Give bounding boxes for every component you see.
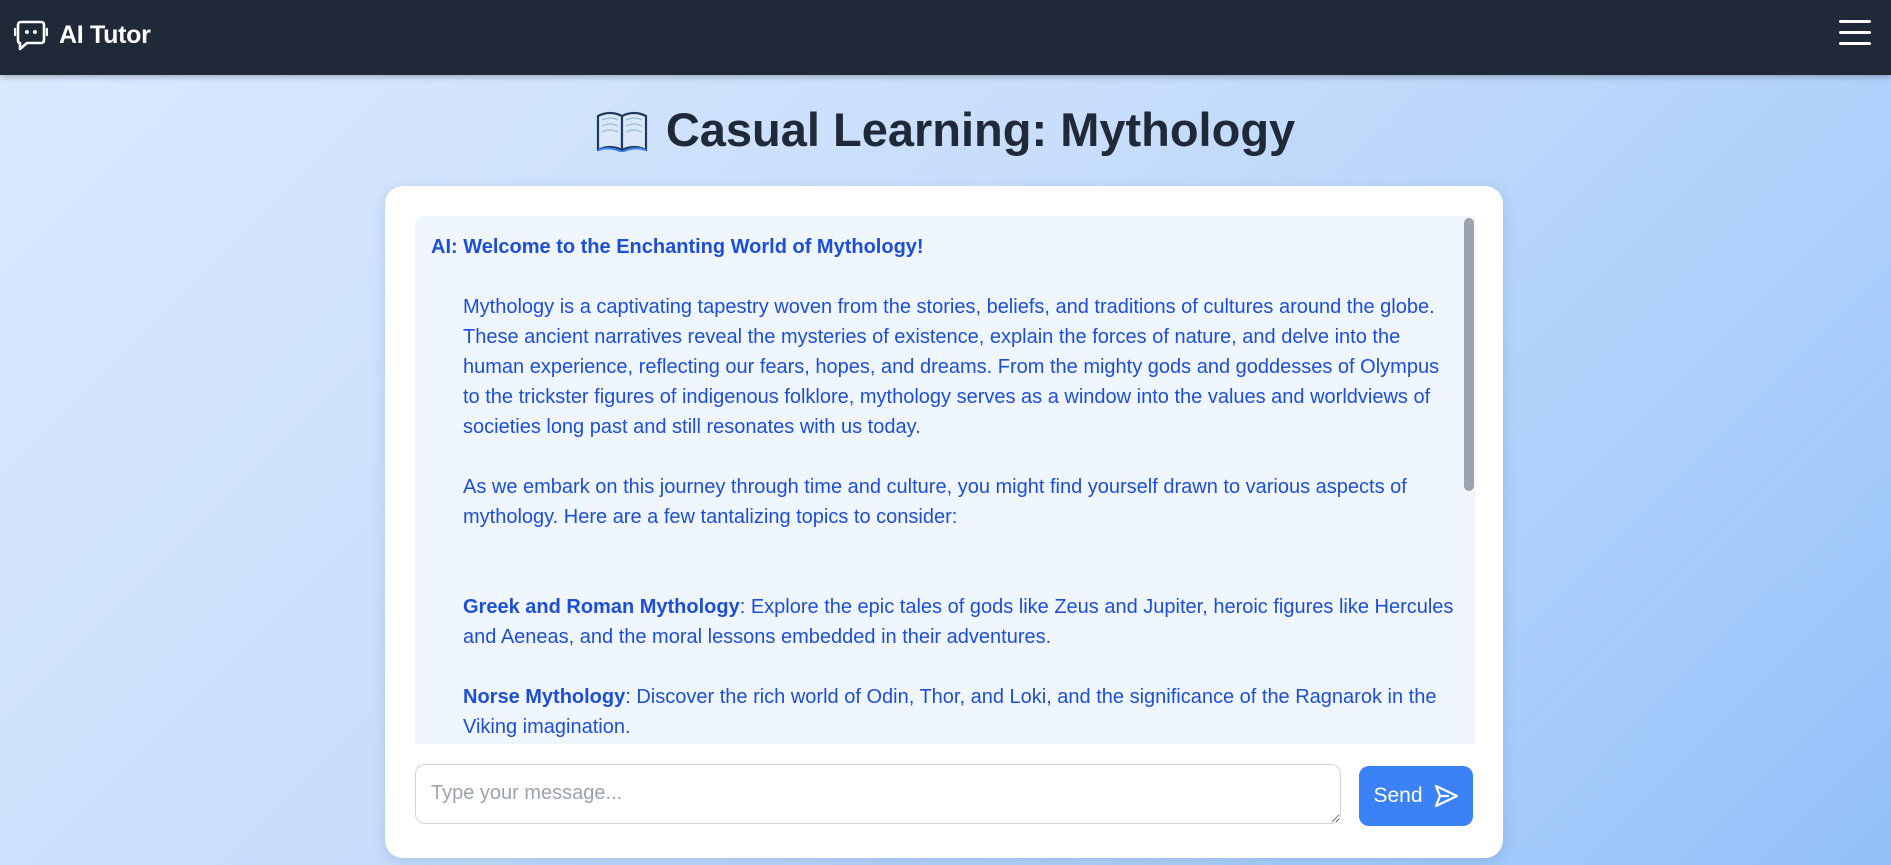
chat-scrollbar[interactable] — [1463, 216, 1475, 744]
message-heading: AI: Welcome to the Enchanting World of M… — [431, 236, 924, 258]
topic-title: Norse Mythology — [463, 686, 626, 708]
message-paragraph: As we embark on this journey through tim… — [463, 476, 1407, 528]
paper-plane-icon — [1434, 784, 1458, 808]
message-input[interactable] — [415, 764, 1341, 824]
hamburger-menu-icon[interactable] — [1839, 20, 1873, 50]
send-button[interactable]: Send — [1359, 766, 1473, 826]
topic-item: Norse Mythology: Discover the rich world… — [463, 682, 1456, 742]
page-title: Casual Learning: Mythology — [0, 102, 1891, 157]
message-body: Mythology is a captivating tapestry wove… — [431, 262, 1456, 742]
topic-title: Greek and Roman Mythology — [463, 596, 740, 618]
chat-card: AI: Welcome to the Enchanting World of M… — [385, 186, 1503, 858]
chat-scrollbar-thumb[interactable] — [1464, 218, 1474, 491]
topic-item: Greek and Roman Mythology: Explore the e… — [463, 592, 1456, 652]
brand-name: AI Tutor — [59, 20, 151, 49]
navbar: AI Tutor — [0, 0, 1891, 75]
chat-messages[interactable]: AI: Welcome to the Enchanting World of M… — [415, 216, 1463, 744]
page-title-text: Casual Learning: Mythology — [665, 103, 1296, 156]
open-book-icon — [596, 111, 647, 152]
send-label: Send — [1373, 784, 1423, 807]
chat-bot-icon — [14, 20, 48, 51]
message-paragraph: Mythology is a captivating tapestry wove… — [463, 296, 1440, 438]
ai-message: AI: Welcome to the Enchanting World of M… — [431, 232, 1456, 742]
brand[interactable]: AI Tutor — [14, 18, 151, 52]
